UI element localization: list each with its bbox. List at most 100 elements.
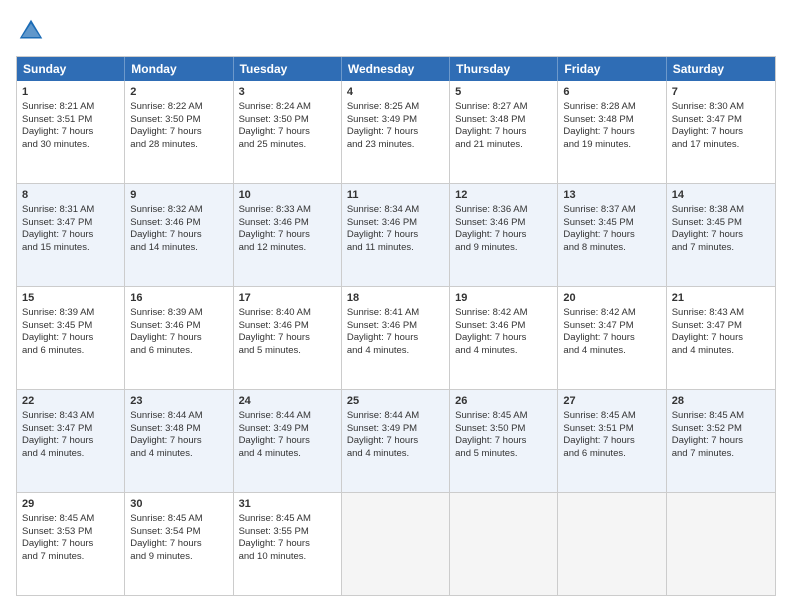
header-day-tuesday: Tuesday	[234, 57, 342, 81]
day-number: 29	[22, 497, 119, 512]
cal-cell-24: 24Sunrise: 8:44 AMSunset: 3:49 PMDayligh…	[234, 390, 342, 492]
cell-line: Sunrise: 8:43 AM	[22, 410, 119, 423]
cell-line: Daylight: 7 hours	[672, 435, 770, 448]
day-number: 30	[130, 497, 227, 512]
cell-line: Sunrise: 8:38 AM	[672, 204, 770, 217]
cell-line: Daylight: 7 hours	[239, 538, 336, 551]
cal-cell-5: 5Sunrise: 8:27 AMSunset: 3:48 PMDaylight…	[450, 81, 558, 183]
day-number: 25	[347, 394, 444, 409]
day-number: 18	[347, 291, 444, 306]
cal-cell-7: 7Sunrise: 8:30 AMSunset: 3:47 PMDaylight…	[667, 81, 775, 183]
cell-line: and 30 minutes.	[22, 139, 119, 152]
cell-line: and 6 minutes.	[130, 345, 227, 358]
cell-line: Daylight: 7 hours	[347, 229, 444, 242]
header-day-monday: Monday	[125, 57, 233, 81]
day-number: 28	[672, 394, 770, 409]
cell-line: Daylight: 7 hours	[347, 332, 444, 345]
cell-line: Daylight: 7 hours	[672, 332, 770, 345]
cal-row-1: 1Sunrise: 8:21 AMSunset: 3:51 PMDaylight…	[17, 81, 775, 183]
cell-line: and 4 minutes.	[455, 345, 552, 358]
cell-line: and 28 minutes.	[130, 139, 227, 152]
cell-line: and 12 minutes.	[239, 242, 336, 255]
cell-line: Sunrise: 8:43 AM	[672, 307, 770, 320]
day-number: 7	[672, 85, 770, 100]
cal-cell-empty	[667, 493, 775, 595]
cal-cell-25: 25Sunrise: 8:44 AMSunset: 3:49 PMDayligh…	[342, 390, 450, 492]
cell-line: Daylight: 7 hours	[22, 126, 119, 139]
cell-line: Sunrise: 8:31 AM	[22, 204, 119, 217]
header-day-friday: Friday	[558, 57, 666, 81]
cell-line: Daylight: 7 hours	[455, 229, 552, 242]
day-number: 21	[672, 291, 770, 306]
cell-line: Sunrise: 8:34 AM	[347, 204, 444, 217]
cell-line: and 7 minutes.	[672, 448, 770, 461]
cell-line: Sunset: 3:52 PM	[672, 423, 770, 436]
cell-line: Sunset: 3:49 PM	[347, 114, 444, 127]
cell-line: Daylight: 7 hours	[672, 229, 770, 242]
cell-line: Daylight: 7 hours	[563, 126, 660, 139]
cell-line: Sunrise: 8:45 AM	[239, 513, 336, 526]
day-number: 13	[563, 188, 660, 203]
cell-line: and 10 minutes.	[239, 551, 336, 564]
cell-line: Sunrise: 8:45 AM	[563, 410, 660, 423]
cell-line: and 9 minutes.	[130, 551, 227, 564]
cal-cell-1: 1Sunrise: 8:21 AMSunset: 3:51 PMDaylight…	[17, 81, 125, 183]
cal-cell-23: 23Sunrise: 8:44 AMSunset: 3:48 PMDayligh…	[125, 390, 233, 492]
cell-line: Daylight: 7 hours	[563, 332, 660, 345]
cell-line: Daylight: 7 hours	[455, 435, 552, 448]
cell-line: and 7 minutes.	[672, 242, 770, 255]
cell-line: and 4 minutes.	[130, 448, 227, 461]
header-day-wednesday: Wednesday	[342, 57, 450, 81]
cell-line: Sunset: 3:45 PM	[22, 320, 119, 333]
cell-line: and 4 minutes.	[563, 345, 660, 358]
cell-line: Daylight: 7 hours	[239, 435, 336, 448]
day-number: 5	[455, 85, 552, 100]
cell-line: Sunrise: 8:22 AM	[130, 101, 227, 114]
cell-line: Sunrise: 8:32 AM	[130, 204, 227, 217]
day-number: 8	[22, 188, 119, 203]
cell-line: Sunrise: 8:45 AM	[455, 410, 552, 423]
cal-row-3: 15Sunrise: 8:39 AMSunset: 3:45 PMDayligh…	[17, 286, 775, 389]
cell-line: and 5 minutes.	[455, 448, 552, 461]
cell-line: Sunrise: 8:33 AM	[239, 204, 336, 217]
day-number: 4	[347, 85, 444, 100]
day-number: 6	[563, 85, 660, 100]
day-number: 26	[455, 394, 552, 409]
cal-cell-26: 26Sunrise: 8:45 AMSunset: 3:50 PMDayligh…	[450, 390, 558, 492]
cell-line: and 23 minutes.	[347, 139, 444, 152]
day-number: 12	[455, 188, 552, 203]
cell-line: Sunrise: 8:36 AM	[455, 204, 552, 217]
cell-line: Daylight: 7 hours	[130, 229, 227, 242]
cell-line: Sunset: 3:51 PM	[563, 423, 660, 436]
day-number: 15	[22, 291, 119, 306]
cell-line: Sunset: 3:55 PM	[239, 526, 336, 539]
cell-line: Sunset: 3:49 PM	[347, 423, 444, 436]
cell-line: Daylight: 7 hours	[130, 538, 227, 551]
cell-line: Sunrise: 8:21 AM	[22, 101, 119, 114]
cal-cell-21: 21Sunrise: 8:43 AMSunset: 3:47 PMDayligh…	[667, 287, 775, 389]
day-number: 17	[239, 291, 336, 306]
logo-icon	[16, 16, 46, 46]
cell-line: Daylight: 7 hours	[347, 126, 444, 139]
cal-cell-9: 9Sunrise: 8:32 AMSunset: 3:46 PMDaylight…	[125, 184, 233, 286]
cal-row-4: 22Sunrise: 8:43 AMSunset: 3:47 PMDayligh…	[17, 389, 775, 492]
cal-cell-27: 27Sunrise: 8:45 AMSunset: 3:51 PMDayligh…	[558, 390, 666, 492]
cal-cell-8: 8Sunrise: 8:31 AMSunset: 3:47 PMDaylight…	[17, 184, 125, 286]
cell-line: and 9 minutes.	[455, 242, 552, 255]
cell-line: Sunrise: 8:41 AM	[347, 307, 444, 320]
cell-line: Sunset: 3:47 PM	[22, 217, 119, 230]
cell-line: and 4 minutes.	[672, 345, 770, 358]
cal-cell-18: 18Sunrise: 8:41 AMSunset: 3:46 PMDayligh…	[342, 287, 450, 389]
cal-row-5: 29Sunrise: 8:45 AMSunset: 3:53 PMDayligh…	[17, 492, 775, 595]
cell-line: Daylight: 7 hours	[672, 126, 770, 139]
cell-line: and 15 minutes.	[22, 242, 119, 255]
cell-line: Daylight: 7 hours	[455, 332, 552, 345]
cal-cell-20: 20Sunrise: 8:42 AMSunset: 3:47 PMDayligh…	[558, 287, 666, 389]
day-number: 1	[22, 85, 119, 100]
cal-cell-13: 13Sunrise: 8:37 AMSunset: 3:45 PMDayligh…	[558, 184, 666, 286]
cell-line: Sunrise: 8:42 AM	[563, 307, 660, 320]
cell-line: and 8 minutes.	[563, 242, 660, 255]
cell-line: and 4 minutes.	[347, 448, 444, 461]
cell-line: Sunrise: 8:27 AM	[455, 101, 552, 114]
cell-line: Sunset: 3:46 PM	[347, 217, 444, 230]
